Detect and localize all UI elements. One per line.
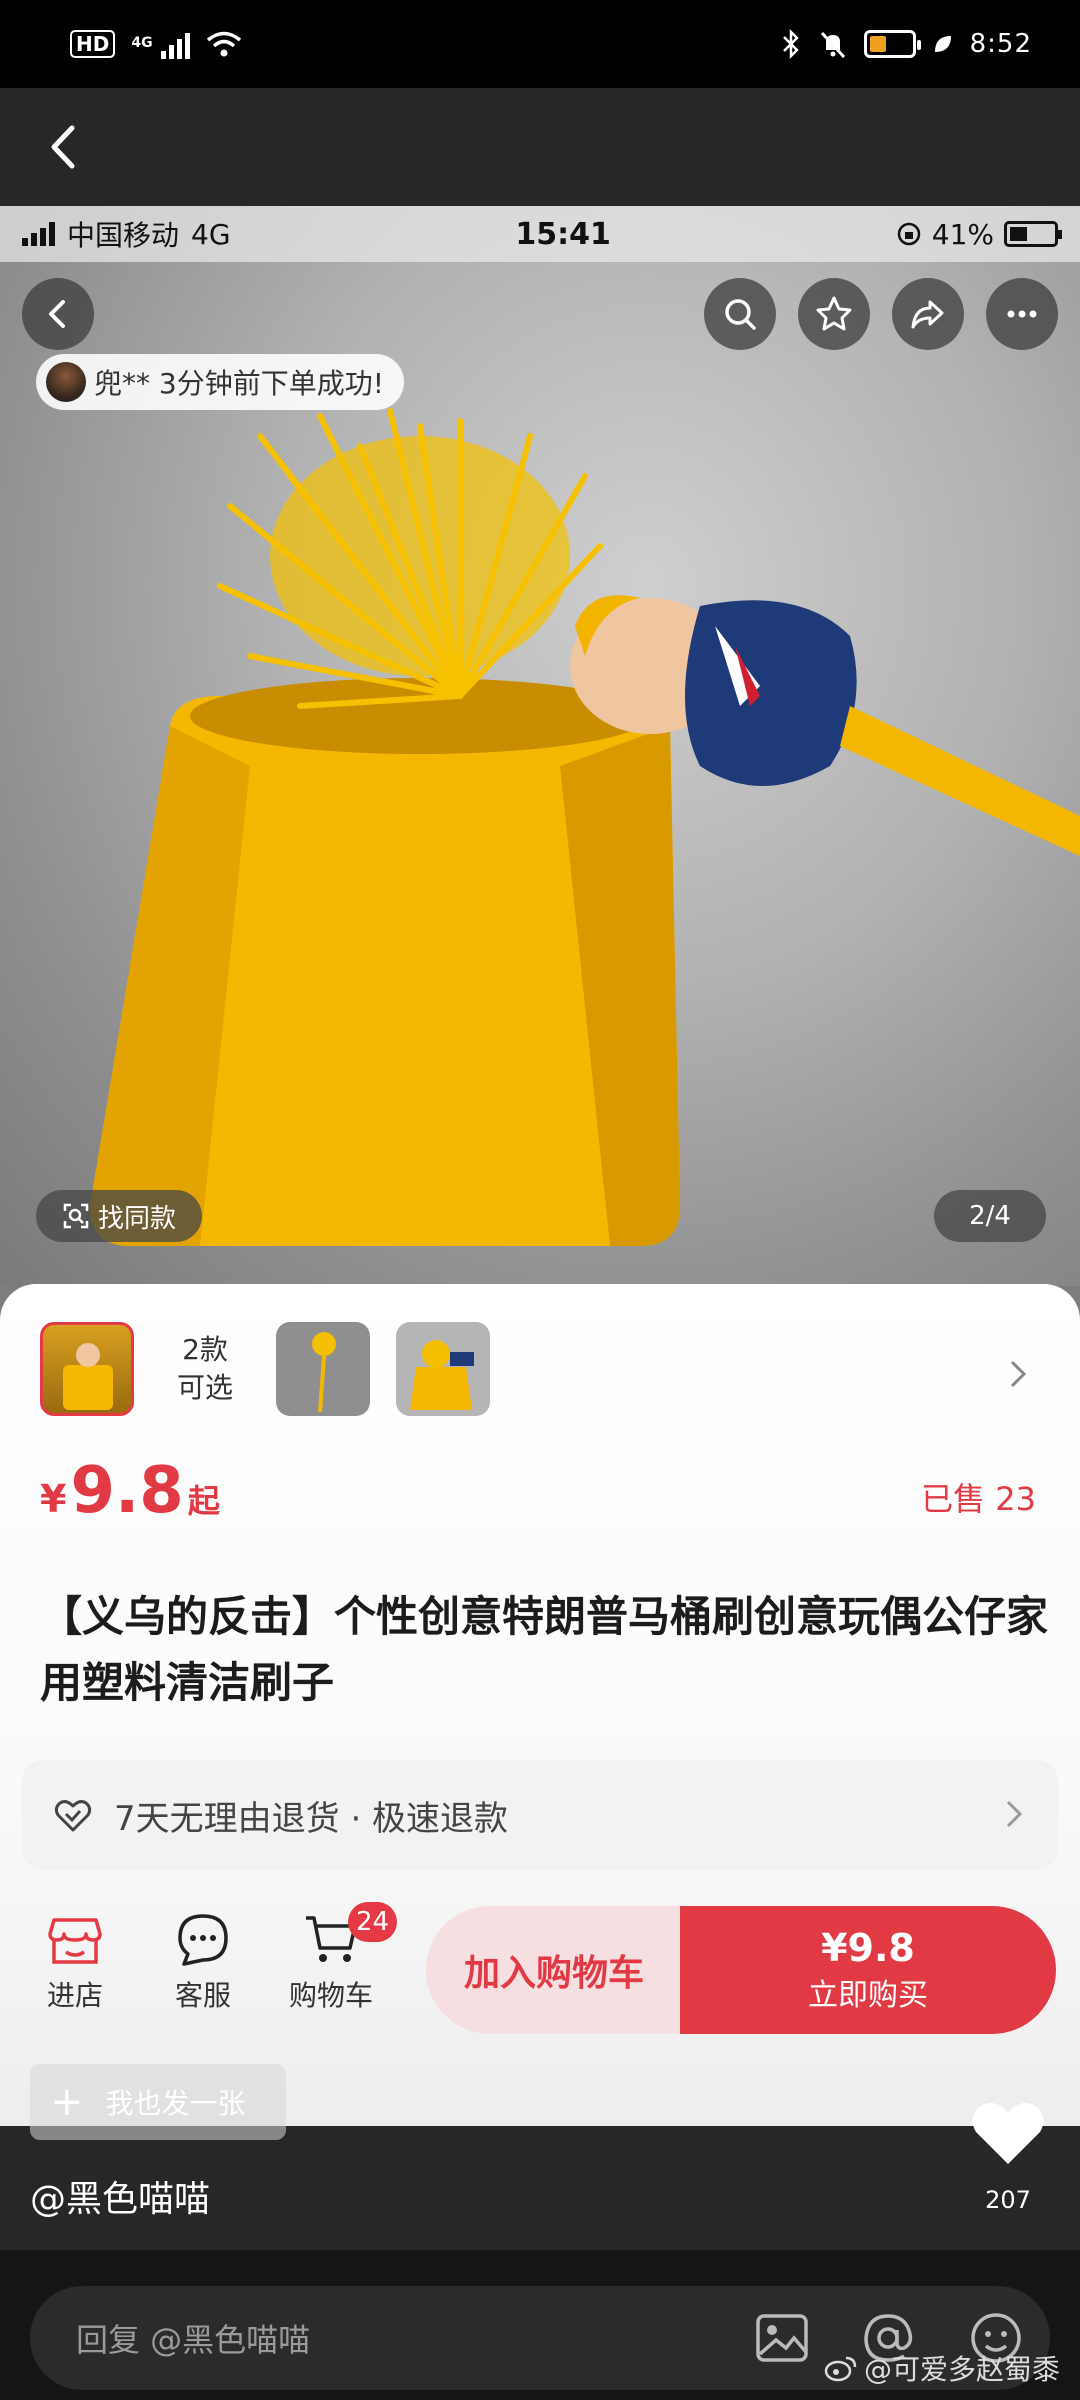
like-heart-icon[interactable] [968, 2096, 1048, 2168]
more-icon [1007, 310, 1037, 318]
share-button[interactable] [892, 278, 964, 350]
add-to-cart-button[interactable]: 加入购物车 [426, 1906, 682, 2034]
inner-status-bar: 中国移动 4G 15:41 41% [0, 206, 1080, 262]
image-icon[interactable] [752, 2308, 812, 2368]
inner-time: 15:41 [515, 216, 611, 252]
reply-placeholder: 回复 @黑色喵喵 [76, 2321, 311, 2359]
inner-network-type: 4G [191, 217, 231, 251]
inner-signal-icon [22, 222, 55, 246]
cart-label: 购物车 [288, 1979, 373, 2012]
network-type: 4G [131, 35, 153, 51]
sold-count: 已售 23 [921, 1480, 1036, 1518]
carrier-name: 中国移动 [67, 219, 180, 252]
price-suffix: 起 [187, 1482, 220, 1520]
price-amount: 9.8 [70, 1454, 184, 1528]
service-button[interactable]: 客服 [148, 1910, 258, 2014]
scan-icon [63, 1203, 89, 1229]
return-policy-text: 7天无理由退货 · 极速退款 [114, 1798, 509, 1839]
shared-screenshot: 中国移动 4G 15:41 41% 兜** 3分钟前下单成功! 找同款 2/4 … [0, 206, 1080, 2126]
buy-now-price: ¥9.8 [821, 1926, 915, 1970]
weibo-logo-icon [824, 2356, 857, 2382]
product-card: 2款 可选 ¥ 9.8 起 已售 23 【义乌的反击】个性创意特朗普马桶刷创意玩… [0, 1284, 1080, 2126]
reply-area: 回复 @黑色喵喵 @可爱多赵蜀黍 [0, 2250, 1080, 2400]
find-similar-button[interactable]: 找同款 [36, 1190, 203, 1242]
variant-image [63, 1343, 113, 1410]
back-icon [49, 300, 65, 328]
share-icon [911, 300, 944, 329]
photo-back-button[interactable] [22, 278, 94, 350]
buy-now-button[interactable]: ¥9.8 立即购买 [680, 1906, 1056, 2034]
app-header [0, 88, 1080, 206]
recent-order-notice: 兜** 3分钟前下单成功! [36, 354, 404, 410]
post-footer: @黑色喵喵 [0, 2126, 1080, 2250]
weibo-watermark: @可爱多赵蜀黍 [824, 2348, 1060, 2388]
page-indicator: 2/4 [934, 1190, 1046, 1242]
brush-thumb-image [312, 1332, 336, 1413]
store-button[interactable]: 进店 [20, 1910, 130, 2014]
watermark-text: @可爱多赵蜀黍 [863, 2353, 1060, 2386]
variant-count-sub: 可选 [176, 1371, 233, 1404]
wifi-icon [206, 31, 241, 57]
cart-count-badge: 24 [348, 1902, 398, 1942]
heart-shield-icon [54, 1800, 92, 1832]
return-chevron-icon [1006, 1800, 1023, 1828]
inner-battery-icon [1003, 221, 1062, 247]
store-icon [48, 1918, 102, 1964]
search-button[interactable] [704, 278, 776, 350]
back-chevron-icon[interactable] [42, 122, 86, 172]
order-notice-text: 兜** 3分钟前下单成功! [94, 367, 384, 400]
buy-now-label: 立即购买 [808, 1978, 928, 2013]
system-status-bar: HD 4G 8:52 [0, 0, 1080, 88]
return-policy[interactable]: 7天无理由退货 · 极速退款 [22, 1760, 1058, 1870]
system-time: 8:52 [969, 29, 1032, 59]
variant-count[interactable]: 2款 可选 [160, 1331, 250, 1407]
variant-thumb-2[interactable] [276, 1322, 370, 1416]
variant-selector[interactable]: 2款 可选 [40, 1322, 490, 1416]
favorite-button[interactable] [798, 278, 870, 350]
star-icon [816, 296, 852, 331]
inner-status-right: 41% [896, 217, 1062, 251]
bluetooth-icon [782, 29, 799, 59]
variant-count-text: 2款 [182, 1333, 228, 1366]
post-also-button[interactable]: + 我也发一张 [30, 2064, 286, 2140]
variant-thumb-3[interactable] [396, 1322, 490, 1416]
leaf-icon [934, 36, 951, 52]
status-right: 8:52 [780, 29, 1032, 59]
plus-icon: + [50, 2079, 84, 2125]
chat-icon [178, 1914, 228, 1966]
variant-thumb-1[interactable] [40, 1322, 134, 1416]
battery-icon [863, 30, 921, 58]
post-also-label: 我也发一张 [105, 2087, 246, 2120]
search-icon [725, 299, 756, 330]
status-left: HD 4G [70, 29, 242, 59]
action-bar: 进店 客服 购物车 24 加入购物车 ¥9.8 立即购买 [0, 1898, 1080, 2048]
price: ¥ 9.8 起 [40, 1454, 220, 1528]
product-photo[interactable]: 中国移动 4G 15:41 41% 兜** 3分钟前下单成功! 找同款 2/4 [0, 206, 1080, 1286]
holder-thumb-image [410, 1340, 474, 1410]
signal-icon [160, 29, 190, 59]
store-label: 进店 [46, 1979, 103, 2012]
inner-battery-percent: 41% [931, 217, 994, 251]
price-symbol: ¥ [40, 1477, 67, 1521]
inner-status-left: 中国移动 4G [22, 214, 231, 254]
like-count: 207 [985, 2186, 1031, 2214]
find-similar-label: 找同款 [98, 1203, 177, 1234]
mute-icon [820, 31, 845, 59]
more-button[interactable] [986, 278, 1058, 350]
avatar [46, 362, 86, 402]
cart-button[interactable]: 购物车 24 [276, 1902, 398, 2014]
product-title: 【义乌的反击】个性创意特朗普马桶刷创意玩偶公仔家用塑料清洁刷子 [40, 1592, 1049, 1707]
service-label: 客服 [174, 1979, 231, 2012]
post-username[interactable]: @黑色喵喵 [30, 2170, 210, 2222]
variant-chevron-icon[interactable] [1006, 1356, 1030, 1392]
hd-badge: HD [70, 30, 116, 58]
rotation-lock-icon [897, 222, 920, 246]
